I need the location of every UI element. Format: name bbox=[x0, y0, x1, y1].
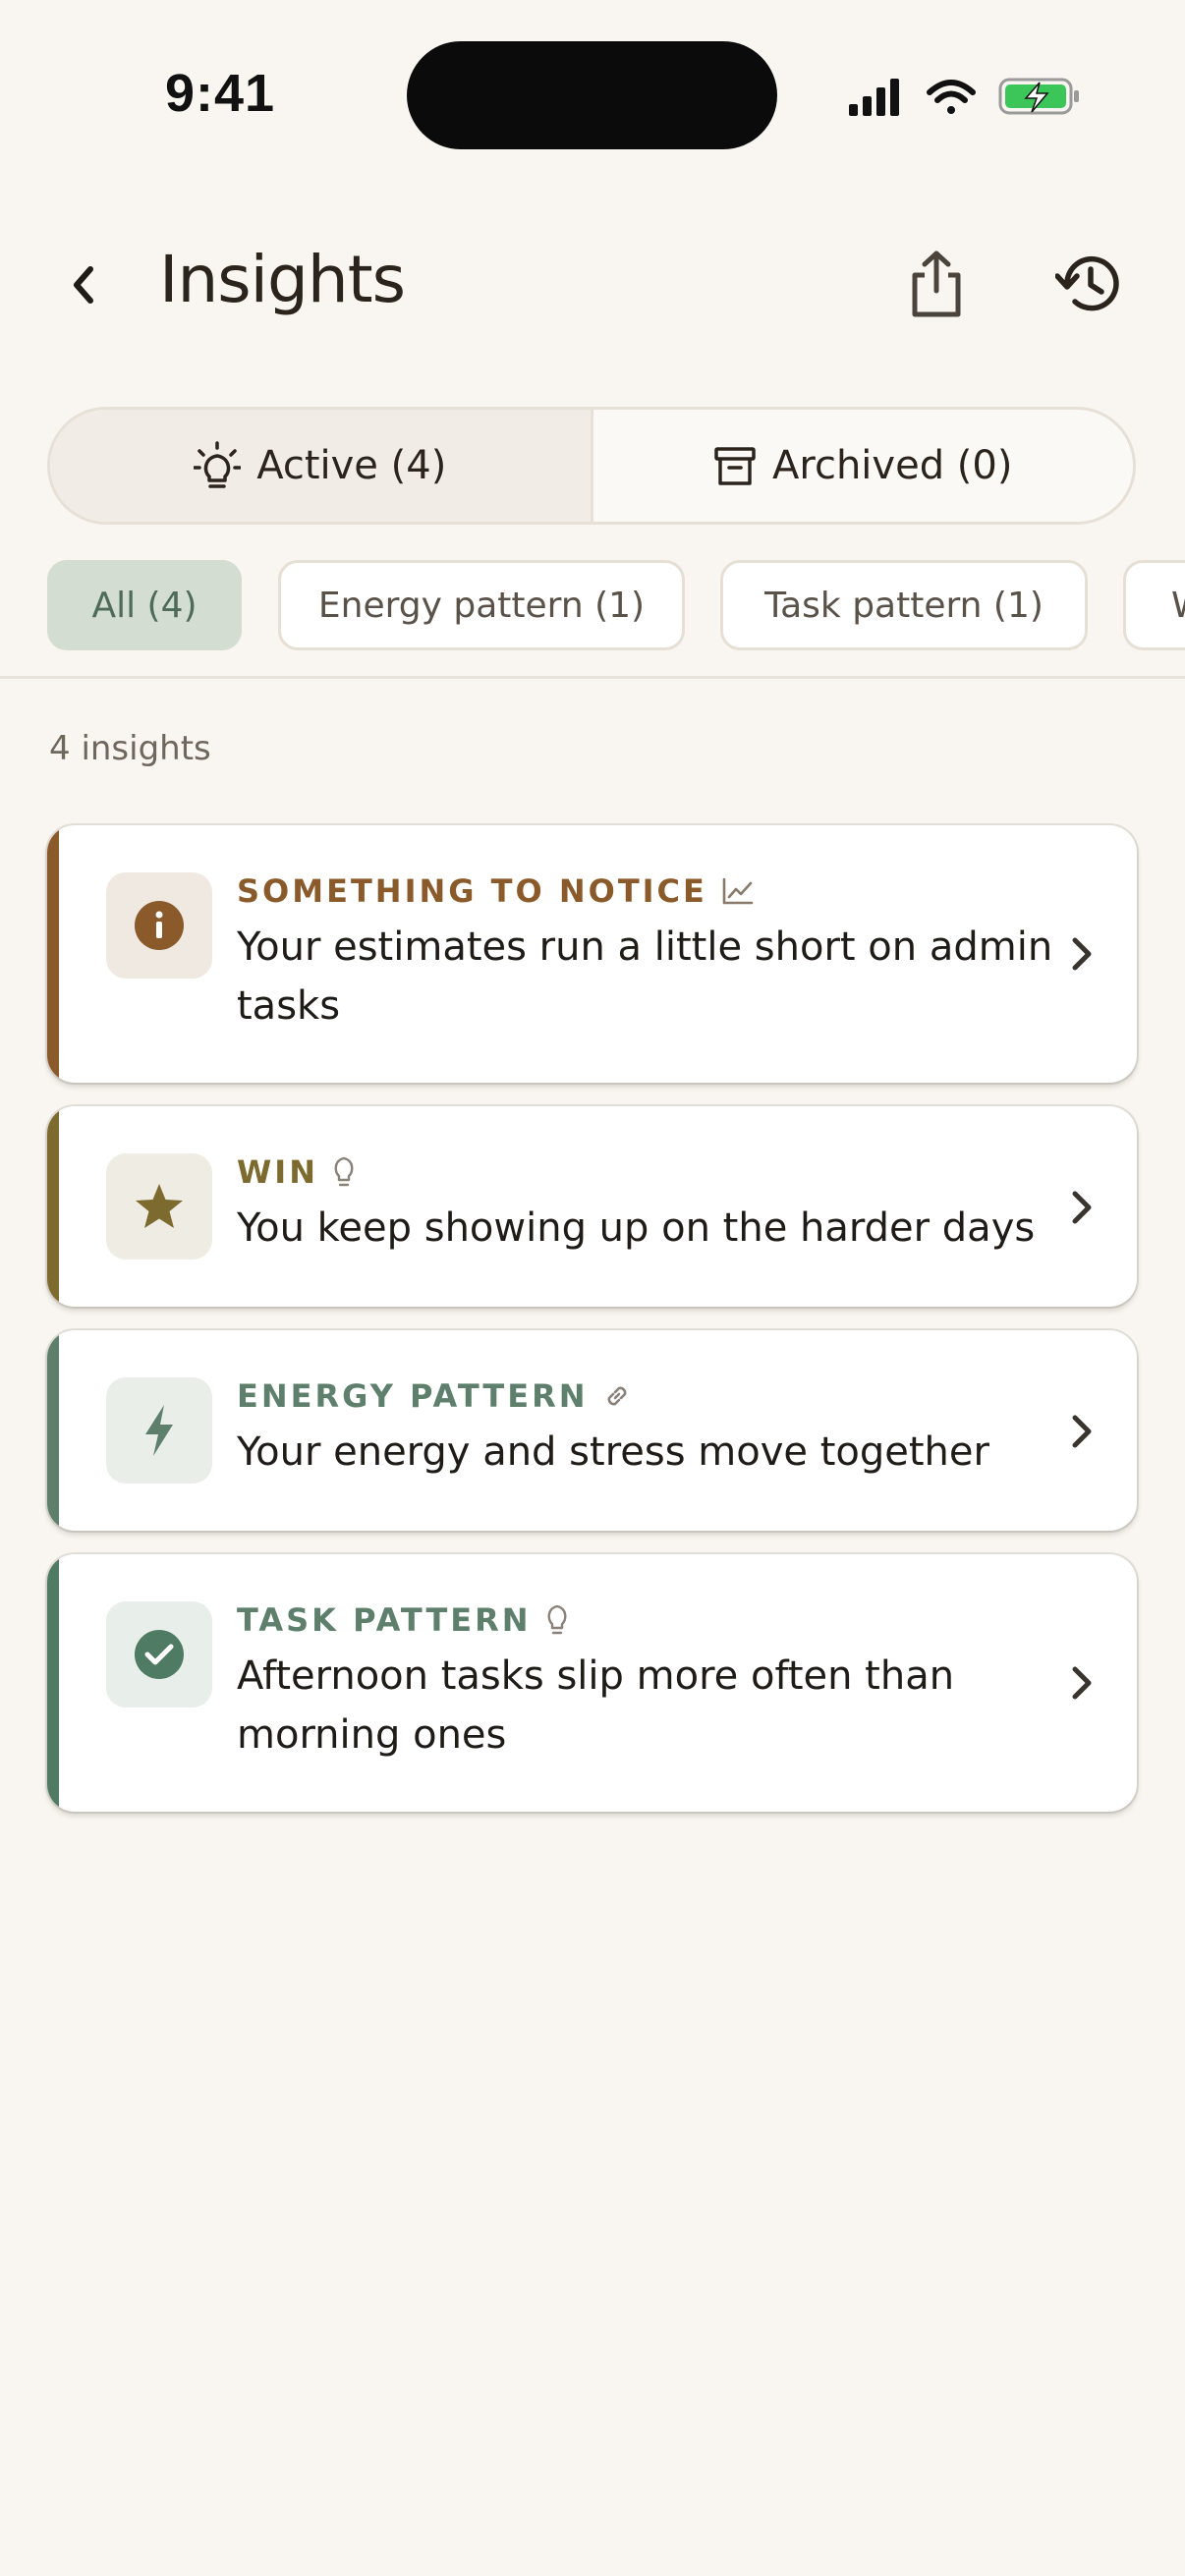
battery-charging-icon bbox=[998, 78, 1079, 115]
card-category-label: TASK PATTERN bbox=[237, 1601, 532, 1639]
card-title: Afternoon tasks slip more often than mor… bbox=[237, 1647, 1101, 1764]
lightbulb-icon bbox=[334, 1156, 354, 1187]
insights-segmented-control: Active (4) Archived (0) bbox=[47, 407, 1136, 525]
star-icon bbox=[136, 1184, 183, 1228]
share-icon bbox=[912, 251, 961, 317]
card-accent-bar bbox=[47, 1554, 59, 1812]
card-title-line: morning ones bbox=[237, 1712, 507, 1758]
card-accent-bar bbox=[47, 825, 59, 1083]
dynamic-island bbox=[407, 41, 777, 149]
card-category: SOMETHING TO NOTICE bbox=[237, 872, 755, 910]
card-icon-box bbox=[106, 1601, 212, 1708]
wifi-icon bbox=[927, 80, 976, 114]
info-icon bbox=[135, 901, 184, 950]
tab-active-label: Active (4) bbox=[256, 443, 447, 488]
tab-archived[interactable]: Archived (0) bbox=[593, 410, 1134, 522]
card-category: ENERGY PATTERN bbox=[237, 1377, 633, 1415]
card-title-line: Afternoon tasks slip more often than bbox=[237, 1653, 955, 1699]
card-icon-box bbox=[106, 872, 212, 979]
card-category-label: WIN bbox=[237, 1153, 318, 1191]
tab-archived-label: Archived (0) bbox=[772, 443, 1013, 488]
card-category: WIN bbox=[237, 1153, 356, 1191]
insight-card[interactable]: TASK PATTERN Afternoon tasks slip more o… bbox=[47, 1554, 1137, 1812]
history-icon bbox=[1055, 255, 1119, 311]
card-title-line: Your estimates run a little short on adm… bbox=[237, 924, 1053, 970]
divider bbox=[0, 676, 1185, 679]
card-icon-box bbox=[106, 1153, 212, 1260]
chevron-right-icon bbox=[1064, 1658, 1100, 1708]
card-title-line: Your energy and stress move together bbox=[237, 1429, 989, 1475]
filter-chip-label: Energy pattern (1) bbox=[317, 585, 646, 626]
lightbulb-icon bbox=[547, 1604, 567, 1635]
insight-card[interactable]: SOMETHING TO NOTICE Your estimates run a… bbox=[47, 825, 1137, 1083]
history-button[interactable] bbox=[1045, 240, 1134, 328]
share-button[interactable] bbox=[892, 240, 981, 328]
filter-chip-energy-pattern[interactable]: Energy pattern (1) bbox=[278, 560, 685, 650]
insight-card[interactable]: ENERGY PATTERN Your energy and stress mo… bbox=[47, 1330, 1137, 1531]
card-title: You keep showing up on the harder days bbox=[237, 1199, 1101, 1258]
chevron-right-icon bbox=[1064, 1183, 1100, 1232]
status-icons bbox=[847, 75, 1083, 118]
tab-active[interactable]: Active (4) bbox=[50, 410, 593, 522]
card-category: TASK PATTERN bbox=[237, 1601, 569, 1639]
archive-icon bbox=[713, 444, 757, 487]
filter-chip-label: Task pattern (1) bbox=[764, 585, 1044, 626]
filter-chip-label: W bbox=[1171, 586, 1185, 626]
link-icon bbox=[608, 1386, 627, 1406]
trend-chart-icon bbox=[722, 877, 754, 905]
card-title-line: tasks bbox=[237, 983, 341, 1029]
check-circle-icon bbox=[135, 1630, 184, 1679]
filter-chip-label: All (4) bbox=[91, 585, 198, 626]
card-icon-box bbox=[106, 1377, 212, 1484]
filter-chip-row: All (4) Energy pattern (1) Task pattern … bbox=[0, 560, 1185, 654]
header: Insights bbox=[0, 226, 1185, 344]
filter-chip-task-pattern[interactable]: Task pattern (1) bbox=[720, 560, 1088, 650]
page-title: Insights bbox=[159, 242, 406, 317]
card-category-label: ENERGY PATTERN bbox=[237, 1377, 589, 1415]
card-category-label: SOMETHING TO NOTICE bbox=[237, 872, 707, 910]
card-accent-bar bbox=[47, 1106, 59, 1307]
insights-count: 4 insights bbox=[49, 729, 211, 768]
card-accent-bar bbox=[47, 1330, 59, 1531]
insight-card[interactable]: WIN You keep showing up on the harder da… bbox=[47, 1106, 1137, 1307]
card-title: Your energy and stress move together bbox=[237, 1423, 1101, 1482]
status-time: 9:41 bbox=[165, 64, 276, 123]
chevron-right-icon bbox=[1064, 1407, 1100, 1456]
filter-chip-all[interactable]: All (4) bbox=[47, 560, 242, 650]
card-title: Your estimates run a little short on adm… bbox=[237, 918, 1101, 1036]
card-title-line: You keep showing up on the harder days bbox=[237, 1205, 1036, 1251]
chevron-left-icon bbox=[74, 266, 93, 304]
filter-chip-win[interactable]: W bbox=[1123, 560, 1185, 650]
lightbulb-icon bbox=[194, 441, 242, 490]
status-bar: 9:41 bbox=[0, 0, 1185, 187]
back-button[interactable] bbox=[49, 246, 118, 324]
lightning-icon bbox=[145, 1405, 173, 1456]
cellular-signal-icon bbox=[849, 79, 899, 116]
chevron-right-icon bbox=[1064, 929, 1100, 979]
